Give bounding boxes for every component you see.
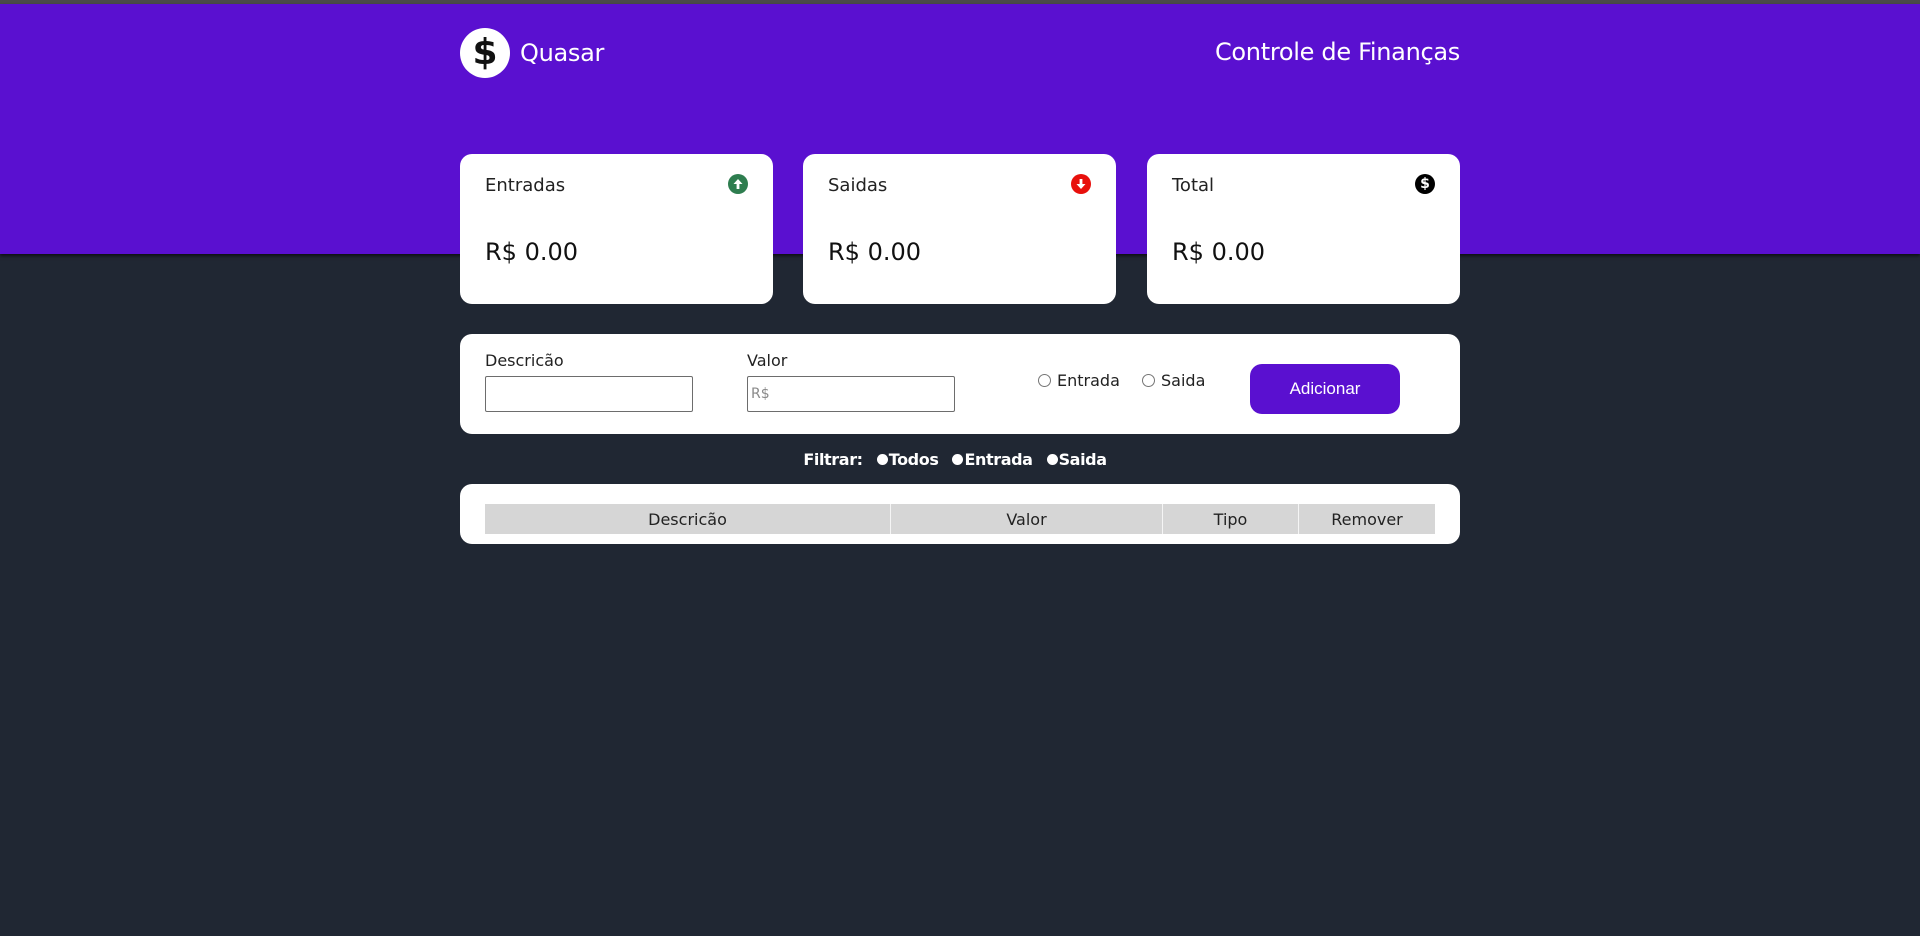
summary-cards: Entradas R$ 0.00 Saidas R$ 0.00 Total $ … [460,154,1460,304]
income-card-title: Entradas [485,175,566,196]
filter-option-entrada[interactable]: Entrada [952,449,1033,469]
description-input[interactable] [485,376,693,412]
total-card: Total $ R$ 0.00 [1147,154,1460,304]
page-title: Controle de Finanças [1214,38,1460,66]
filter-option-entrada-label: Entrada [964,449,1033,469]
radio-circle[interactable] [1142,373,1155,387]
column-header-valor: Valor [891,504,1163,534]
add-button[interactable]: Adicionar [1250,364,1400,414]
type-radio-saida-label: Saida [1161,370,1206,390]
transaction-form: Descricão Valor Entrada Saida Adicionar [460,334,1460,434]
arrow-down-circle-icon [1071,174,1091,194]
dollar-circle-icon: $ [1415,174,1435,194]
income-card: Entradas R$ 0.00 [460,154,773,304]
radio-circle[interactable] [1038,373,1051,387]
transactions-table: Descricão Valor Tipo Remover [460,484,1460,544]
filter-option-todos-label: Todos [888,449,939,469]
column-header-remover: Remover [1331,509,1403,529]
total-card-value: R$ 0.00 [1172,238,1266,266]
filter-option-saida[interactable]: Saida [1046,449,1107,469]
type-radio-entrada-label: Entrada [1057,370,1120,390]
column-header-descricao: Descricão [485,504,891,534]
brand-name: Quasar [520,39,605,67]
radio-circle[interactable] [876,453,888,465]
description-label: Descricão [485,351,564,370]
radio-circle[interactable] [952,453,964,465]
type-radio-entrada[interactable]: Entrada [1038,370,1120,390]
total-card-title: Total [1172,175,1215,196]
radio-circle[interactable] [1046,453,1058,465]
expense-card: Saidas R$ 0.00 [803,154,1116,304]
column-header-tipo: Tipo [1163,504,1299,534]
filter-label: Filtrar: [803,449,863,469]
income-card-value: R$ 0.00 [485,238,579,266]
dollar-logo-icon: $ [460,28,510,78]
filter-option-todos[interactable]: Todos [876,449,939,469]
type-radio-saida[interactable]: Saida [1142,370,1205,390]
filter-option-saida-label: Saida [1058,449,1107,469]
value-input[interactable] [747,376,955,412]
arrow-up-circle-icon [728,174,748,194]
filter-bar: Filtrar: Todos Entrada Saida [0,448,1920,470]
table-header: Descricão Valor Tipo Remover [485,504,1435,534]
brand: $ Quasar [460,28,604,78]
expense-card-value: R$ 0.00 [828,238,922,266]
value-label: Valor [747,351,788,370]
expense-card-title: Saidas [828,175,888,196]
